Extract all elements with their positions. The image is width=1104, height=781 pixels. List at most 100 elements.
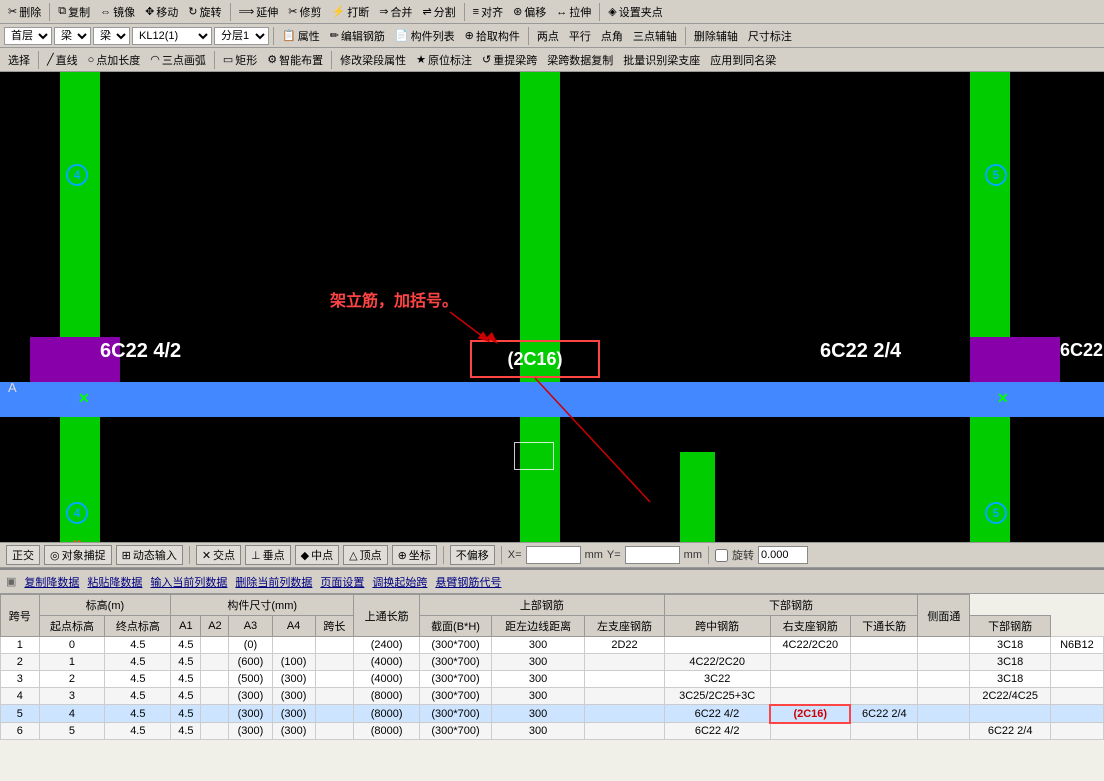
- line-icon: ╱: [47, 53, 54, 66]
- extract-icon: ↺: [482, 53, 491, 66]
- smart-icon: ⚙: [267, 53, 277, 66]
- dynin-btn[interactable]: ⊞动态输入: [116, 545, 183, 565]
- setpoint-btn[interactable]: ◈ 设置夹点: [604, 3, 666, 21]
- two-point-btn[interactable]: 两点: [533, 27, 563, 45]
- batch-id-btn[interactable]: 批量识别梁支座: [619, 51, 704, 69]
- stretch-btn[interactable]: ↔ 拉伸: [552, 3, 595, 21]
- top-btn[interactable]: △顶点: [343, 545, 387, 565]
- rotate-btn[interactable]: ↻ 旋转: [184, 3, 225, 21]
- target-icon: ◎: [50, 549, 60, 562]
- y-input[interactable]: [625, 546, 680, 564]
- table-row: 104.54.5(0)(2400)(300*700)3002D224C22/2C…: [1, 637, 1104, 654]
- extend-btn[interactable]: ⟹ 延伸: [235, 3, 283, 21]
- merge-icon: ⇒: [379, 5, 388, 18]
- orig-annot-btn[interactable]: ★原位标注: [412, 51, 476, 69]
- rotate-input[interactable]: [758, 546, 808, 564]
- table-row: 544.54.5(300)(300)(8000)(300*700)3006C22…: [1, 705, 1104, 723]
- th-upper-rebar-group: 上部钢筋: [420, 595, 665, 616]
- mid-icon: ◆: [301, 549, 309, 562]
- merge-btn[interactable]: ⇒ 合并: [375, 3, 416, 21]
- line-btn[interactable]: ╱直线: [43, 51, 82, 69]
- mm-label2: mm: [684, 549, 702, 561]
- dim-btn[interactable]: 尺寸标注: [744, 27, 796, 45]
- th-left-dist: 距左边线距离: [491, 616, 584, 637]
- paste-drop-btn[interactable]: 粘贴降数据: [87, 574, 142, 590]
- rebar-table: 跨号 标高(m) 构件尺寸(mm) 上通长筋 上部钢筋 下部钢筋 侧面通 起点标…: [0, 594, 1104, 740]
- sep12: [443, 546, 444, 564]
- props-icon: 📋: [282, 29, 296, 42]
- input-col-btn[interactable]: 输入当前列数据: [150, 574, 227, 590]
- annot-icon: ★: [416, 53, 426, 66]
- mirror-icon: ⇔: [100, 6, 111, 18]
- sep2: [230, 3, 231, 21]
- type2-select[interactable]: 梁: [93, 27, 130, 45]
- rotate-check[interactable]: [715, 549, 728, 562]
- three-arc-btn[interactable]: ◠三点画弧: [146, 51, 210, 69]
- parallel-btn[interactable]: 平行: [565, 27, 595, 45]
- cross-mark-right: ✕: [997, 390, 1009, 407]
- copy-drop-btn[interactable]: 复制降数据: [24, 574, 79, 590]
- sep14: [708, 546, 709, 564]
- offset-btn[interactable]: ⊛ 偏移: [509, 3, 550, 21]
- cantilever-btn[interactable]: 悬臂钢筋代号: [435, 574, 501, 590]
- layer-select[interactable]: 首层: [4, 27, 52, 45]
- annotation-box-label: (2C16): [507, 349, 562, 370]
- beam-horizontal: [0, 382, 1104, 417]
- element-select[interactable]: KL12(1): [132, 27, 212, 45]
- coord-btn[interactable]: ⊕坐标: [392, 545, 437, 565]
- col-green-3: [970, 72, 1010, 542]
- canvas-area: 6C22 4/2 6C22 2/4 6C22 架立筋，加括号。 (2C16) 8…: [0, 72, 1104, 542]
- split-btn[interactable]: ⇌ 分割: [418, 3, 459, 21]
- span-copy-btn[interactable]: 梁跨数据复制: [543, 51, 617, 69]
- edit-rebar-btn[interactable]: ✏ 编辑钢筋: [326, 27, 389, 45]
- arrow-red: ✕: [72, 537, 82, 542]
- intersect-btn[interactable]: ✕交点: [196, 545, 241, 565]
- th-lower-rebar-group: 下部钢筋: [664, 595, 918, 616]
- select-btn[interactable]: 选择: [4, 51, 34, 69]
- perp-btn[interactable]: ⊥垂点: [245, 545, 291, 565]
- ortho-btn[interactable]: 正交: [6, 545, 40, 565]
- modify-seg-btn[interactable]: 修改梁段属性: [336, 51, 410, 69]
- angle-btn[interactable]: 点角: [597, 27, 627, 45]
- swap-start-btn[interactable]: 调换起始跨: [372, 574, 427, 590]
- trim-btn[interactable]: ✂ 修剪: [284, 3, 325, 21]
- pick-component-btn[interactable]: ⊕ 拾取构件: [461, 27, 524, 45]
- rect-btn[interactable]: ▭矩形: [219, 51, 261, 69]
- circle-num-4-bottom-left: 4: [66, 502, 88, 524]
- circle-num-5-right: 5: [985, 164, 1007, 186]
- osnap-btn[interactable]: ◎对象捕捉: [44, 545, 112, 565]
- break-btn[interactable]: ⚡ 打断: [328, 3, 374, 21]
- align-btn[interactable]: ≡ 对齐: [469, 3, 507, 21]
- component-list-btn[interactable]: 📄 构件列表: [391, 27, 459, 45]
- apply-same-btn[interactable]: 应用到同名梁: [706, 51, 780, 69]
- row-a-label: A: [8, 380, 17, 395]
- three-point-btn[interactable]: 三点辅轴: [629, 27, 681, 45]
- th-end-h: 终点标高: [105, 616, 171, 637]
- arc-icon: ◠: [150, 53, 160, 66]
- del-col-btn[interactable]: 删除当前列数据: [235, 574, 312, 590]
- props-btn[interactable]: 📋 属性: [278, 27, 324, 45]
- th-section-bh: 截面(B*H): [420, 616, 492, 637]
- smart-layout-btn[interactable]: ⚙智能布置: [263, 51, 327, 69]
- copy-btn[interactable]: ⧉ 复制: [54, 3, 94, 21]
- table-scroll[interactable]: 跨号 标高(m) 构件尺寸(mm) 上通长筋 上部钢筋 下部钢筋 侧面通 起点标…: [0, 594, 1104, 779]
- x-input[interactable]: [526, 546, 581, 564]
- del-aux-btn[interactable]: 删除辅轴: [690, 27, 742, 45]
- th-top-through: 上通长筋: [354, 595, 420, 637]
- page-set-btn[interactable]: 页面设置: [320, 574, 364, 590]
- point-len-btn[interactable]: ○点加长度: [84, 51, 145, 69]
- type1-select[interactable]: 梁: [54, 27, 91, 45]
- th-right-support: 右支座钢筋: [770, 616, 850, 637]
- ptlen-icon: ○: [88, 54, 95, 66]
- th-a4: A4: [272, 616, 315, 637]
- th-bot-rebar: 下部钢筋: [970, 616, 1050, 637]
- no-offset-btn[interactable]: 不偏移: [450, 545, 495, 565]
- mid-btn[interactable]: ◆中点: [295, 545, 339, 565]
- delete-btn[interactable]: ✂ 删除: [4, 3, 45, 21]
- move-btn[interactable]: ✥ 移动: [141, 3, 182, 21]
- extend-icon: ⟹: [239, 5, 255, 18]
- toolbar-row-2: 首层 梁 梁 KL12(1) 分层1 📋 属性 ✏ 编辑钢筋 📄 构件列表 ⊕ …: [0, 24, 1104, 48]
- sublayer-select[interactable]: 分层1: [214, 27, 269, 45]
- mirror-btn[interactable]: ⇔ 镜像: [96, 3, 139, 21]
- re-extract-btn[interactable]: ↺重提梁跨: [478, 51, 541, 69]
